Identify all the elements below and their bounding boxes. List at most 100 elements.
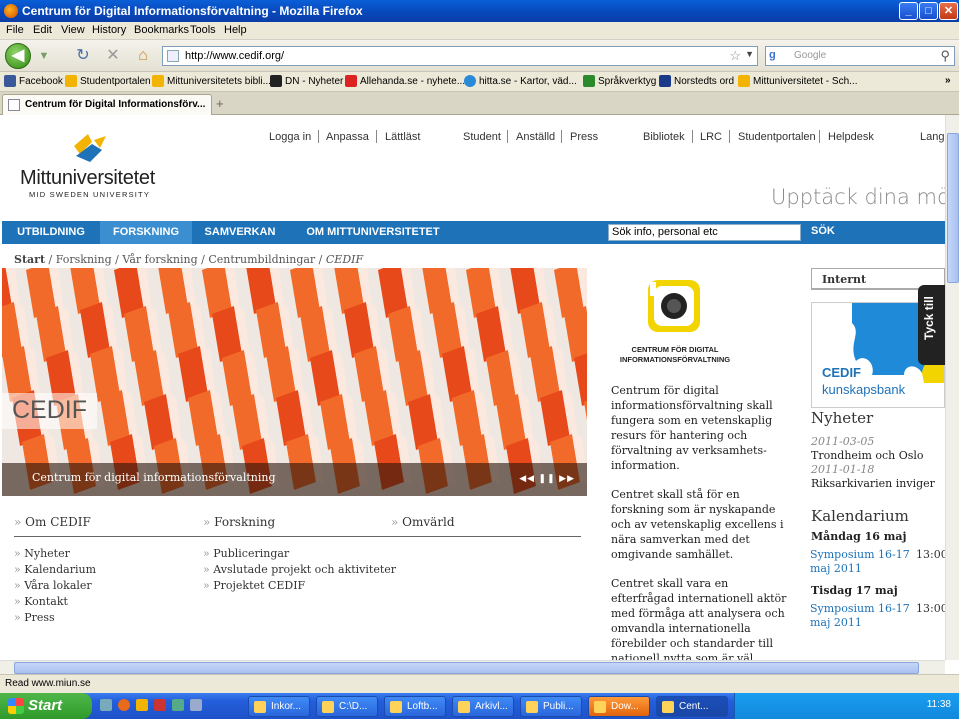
- google-icon[interactable]: g: [769, 49, 783, 63]
- link-anstalld[interactable]: Anställd: [516, 131, 555, 143]
- tyck-till-tab[interactable]: Tyck till: [918, 285, 945, 365]
- nyheter-heading[interactable]: Nyheter: [811, 409, 873, 427]
- taskbar-item[interactable]: Dow...: [588, 696, 650, 717]
- column-omvarld: » Omvärld: [391, 515, 455, 529]
- quicklaunch-app-icon[interactable]: [190, 699, 202, 711]
- menu-file[interactable]: File: [6, 24, 24, 36]
- nav-samverkan[interactable]: SAMVERKAN: [192, 221, 288, 244]
- link-logga-in[interactable]: Logga in: [269, 131, 311, 143]
- horizontal-scrollbar[interactable]: [0, 660, 945, 674]
- list-item[interactable]: » Publiceringar: [203, 547, 396, 560]
- forward-dropdown-icon[interactable]: ▼: [35, 47, 53, 65]
- link-lrc[interactable]: LRC: [700, 131, 722, 143]
- back-button[interactable]: ◀: [5, 43, 31, 69]
- url-text[interactable]: http://www.cedif.org/: [185, 50, 284, 62]
- bookmark-miun-sch[interactable]: Mittuniversitetet - Sch...: [738, 75, 857, 87]
- column-head-omvarld[interactable]: » Omvärld: [391, 515, 455, 529]
- site-search-input[interactable]: Sök info, personal etc: [608, 224, 801, 241]
- stop-button[interactable]: ✕: [104, 47, 122, 65]
- url-bar[interactable]: http://www.cedif.org/ ☆ ▼: [162, 46, 758, 66]
- taskbar-item[interactable]: C:\D...: [316, 696, 378, 717]
- miun-icon: [738, 75, 750, 87]
- list-item[interactable]: » Kontakt: [14, 595, 96, 608]
- bookmark-dn[interactable]: DN - Nyheter: [270, 75, 343, 87]
- nav-forskning[interactable]: FORSKNING: [100, 221, 192, 244]
- list-item[interactable]: » Nyheter: [14, 547, 96, 560]
- home-button[interactable]: ⌂: [134, 47, 152, 65]
- maximize-button[interactable]: □: [919, 2, 938, 20]
- breadcrumb-path[interactable]: / Forskning / Vår forskning / Centrumbil…: [45, 253, 326, 266]
- link-anpassa[interactable]: Anpassa: [326, 131, 369, 143]
- window-title-bar[interactable]: Centrum för Digital Informationsförvaltn…: [0, 0, 959, 22]
- miun-logo-icon[interactable]: [70, 132, 110, 172]
- nav-om-mittuniversitetet[interactable]: OM MITTUNIVERSITETET: [288, 221, 458, 244]
- list-item[interactable]: » Kalendarium: [14, 563, 96, 576]
- column-head-om-cedif[interactable]: » Om CEDIF: [14, 515, 91, 529]
- menu-bookmarks[interactable]: Bookmarks: [134, 24, 189, 36]
- taskbar-item[interactable]: Publi...: [520, 696, 582, 717]
- taskbar-item[interactable]: Loftb...: [384, 696, 446, 717]
- list-item[interactable]: » Projektet CEDIF: [203, 579, 396, 592]
- new-tab-button[interactable]: +: [216, 96, 224, 111]
- scroll-thumb[interactable]: [947, 133, 959, 283]
- reload-button[interactable]: ↻: [74, 47, 92, 65]
- search-icon[interactable]: ⚲: [940, 48, 950, 64]
- bookmark-norstedts[interactable]: Norstedts ord: [659, 75, 734, 87]
- taskbar-item-active[interactable]: Cent...: [656, 696, 728, 717]
- logo-name[interactable]: Mittuniversitetet: [20, 167, 155, 190]
- bookmark-allehanda[interactable]: Allehanda.se - nyhete...: [345, 75, 465, 87]
- nav-utbildning[interactable]: UTBILDNING: [2, 221, 100, 244]
- close-button[interactable]: ✕: [939, 2, 958, 20]
- event-link[interactable]: Symposium 16-17 maj 2011: [810, 602, 910, 630]
- taskbar-item[interactable]: Inkor...: [248, 696, 310, 717]
- quicklaunch-desktop-icon[interactable]: [100, 699, 112, 711]
- bookmark-facebook[interactable]: Facebook: [4, 75, 63, 87]
- url-dropdown-icon[interactable]: ▼: [745, 49, 754, 59]
- tab-cedif[interactable]: Centrum för Digital Informationsförv...: [2, 94, 212, 115]
- kalendarium-heading[interactable]: Kalendarium: [811, 507, 909, 525]
- quicklaunch-firefox-icon[interactable]: [118, 699, 130, 711]
- quicklaunch-mail-icon[interactable]: [154, 699, 166, 711]
- bookmark-star-icon[interactable]: ☆: [729, 48, 741, 64]
- minimize-button[interactable]: _: [899, 2, 918, 20]
- divider: [561, 130, 562, 143]
- link-helpdesk[interactable]: Helpdesk: [828, 131, 874, 143]
- link-press[interactable]: Press: [570, 131, 598, 143]
- menu-history[interactable]: History: [92, 24, 126, 36]
- menu-tools[interactable]: Tools: [190, 24, 216, 36]
- search-button[interactable]: SÖK: [811, 225, 835, 237]
- clock[interactable]: 11:38: [927, 699, 951, 710]
- list-item[interactable]: » Avslutade projekt och aktiviteter: [203, 563, 396, 576]
- column-head-forskning[interactable]: » Forskning: [203, 515, 275, 529]
- kbank-subtitle: kunskapsbank: [822, 382, 906, 397]
- menu-edit[interactable]: Edit: [33, 24, 52, 36]
- event-link[interactable]: Symposium 16-17 maj 2011: [810, 548, 910, 576]
- bookmarks-overflow-chevron-icon[interactable]: »: [945, 75, 951, 86]
- quicklaunch-app-icon[interactable]: [172, 699, 184, 711]
- list-item[interactable]: » Våra lokaler: [14, 579, 96, 592]
- bookmark-miun-bibliotek[interactable]: Mittuniversitetets bibli...: [152, 75, 271, 87]
- menu-help[interactable]: Help: [224, 24, 247, 36]
- breadcrumb-start[interactable]: Start: [14, 253, 45, 266]
- list-item[interactable]: » Press: [14, 611, 96, 624]
- taskbar-item[interactable]: Arkivl...: [452, 696, 514, 717]
- link-studentportalen[interactable]: Studentportalen: [738, 131, 816, 143]
- search-engine-placeholder[interactable]: Google: [794, 50, 826, 61]
- menu-view[interactable]: View: [61, 24, 85, 36]
- news-item[interactable]: Riksarkivarien inviger: [811, 477, 935, 490]
- start-button[interactable]: Start: [0, 693, 92, 719]
- vertical-scrollbar[interactable]: [945, 115, 959, 660]
- search-engine-bar[interactable]: g Google ⚲: [765, 46, 955, 66]
- bookmark-sprakverktyg[interactable]: Språkverktyg: [583, 75, 656, 87]
- link-language[interactable]: Lang: [920, 131, 944, 143]
- bookmark-studentportalen[interactable]: Studentportalen: [65, 75, 151, 87]
- slideshow-controls[interactable]: ◀◀ ❚❚ ▶▶: [519, 473, 575, 484]
- bookmark-hitta[interactable]: hitta.se - Kartor, väd...: [464, 75, 577, 87]
- news-item[interactable]: Trondheim och Oslo: [811, 449, 924, 462]
- tab-bar: Centrum för Digital Informationsförv... …: [0, 92, 959, 115]
- link-bibliotek[interactable]: Bibliotek: [643, 131, 685, 143]
- scroll-thumb[interactable]: [14, 662, 919, 674]
- link-lattlast[interactable]: Lättläst: [385, 131, 420, 143]
- quicklaunch-folder-icon[interactable]: [136, 699, 148, 711]
- link-student[interactable]: Student: [463, 131, 501, 143]
